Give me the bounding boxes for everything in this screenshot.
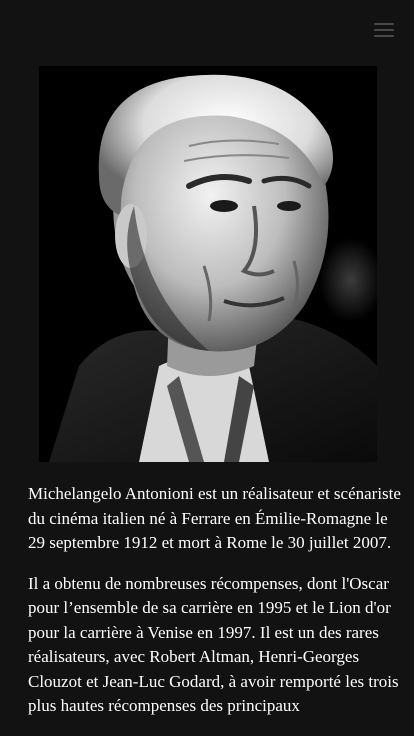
article-paragraph: Michelangelo Antonioni est un réalisateu…	[28, 484, 401, 552]
menu-line	[374, 29, 394, 31]
portrait-photo	[39, 66, 377, 462]
portrait-illustration	[39, 66, 377, 462]
article-body: Michelangelo Antonioni est un réalisateu…	[28, 482, 408, 735]
article-paragraph: Il a obtenu de nombreuses récompenses, d…	[28, 573, 399, 716]
menu-line	[374, 35, 394, 37]
top-bar	[0, 0, 414, 64]
menu-line	[374, 23, 394, 25]
hamburger-menu-icon[interactable]	[372, 20, 398, 40]
